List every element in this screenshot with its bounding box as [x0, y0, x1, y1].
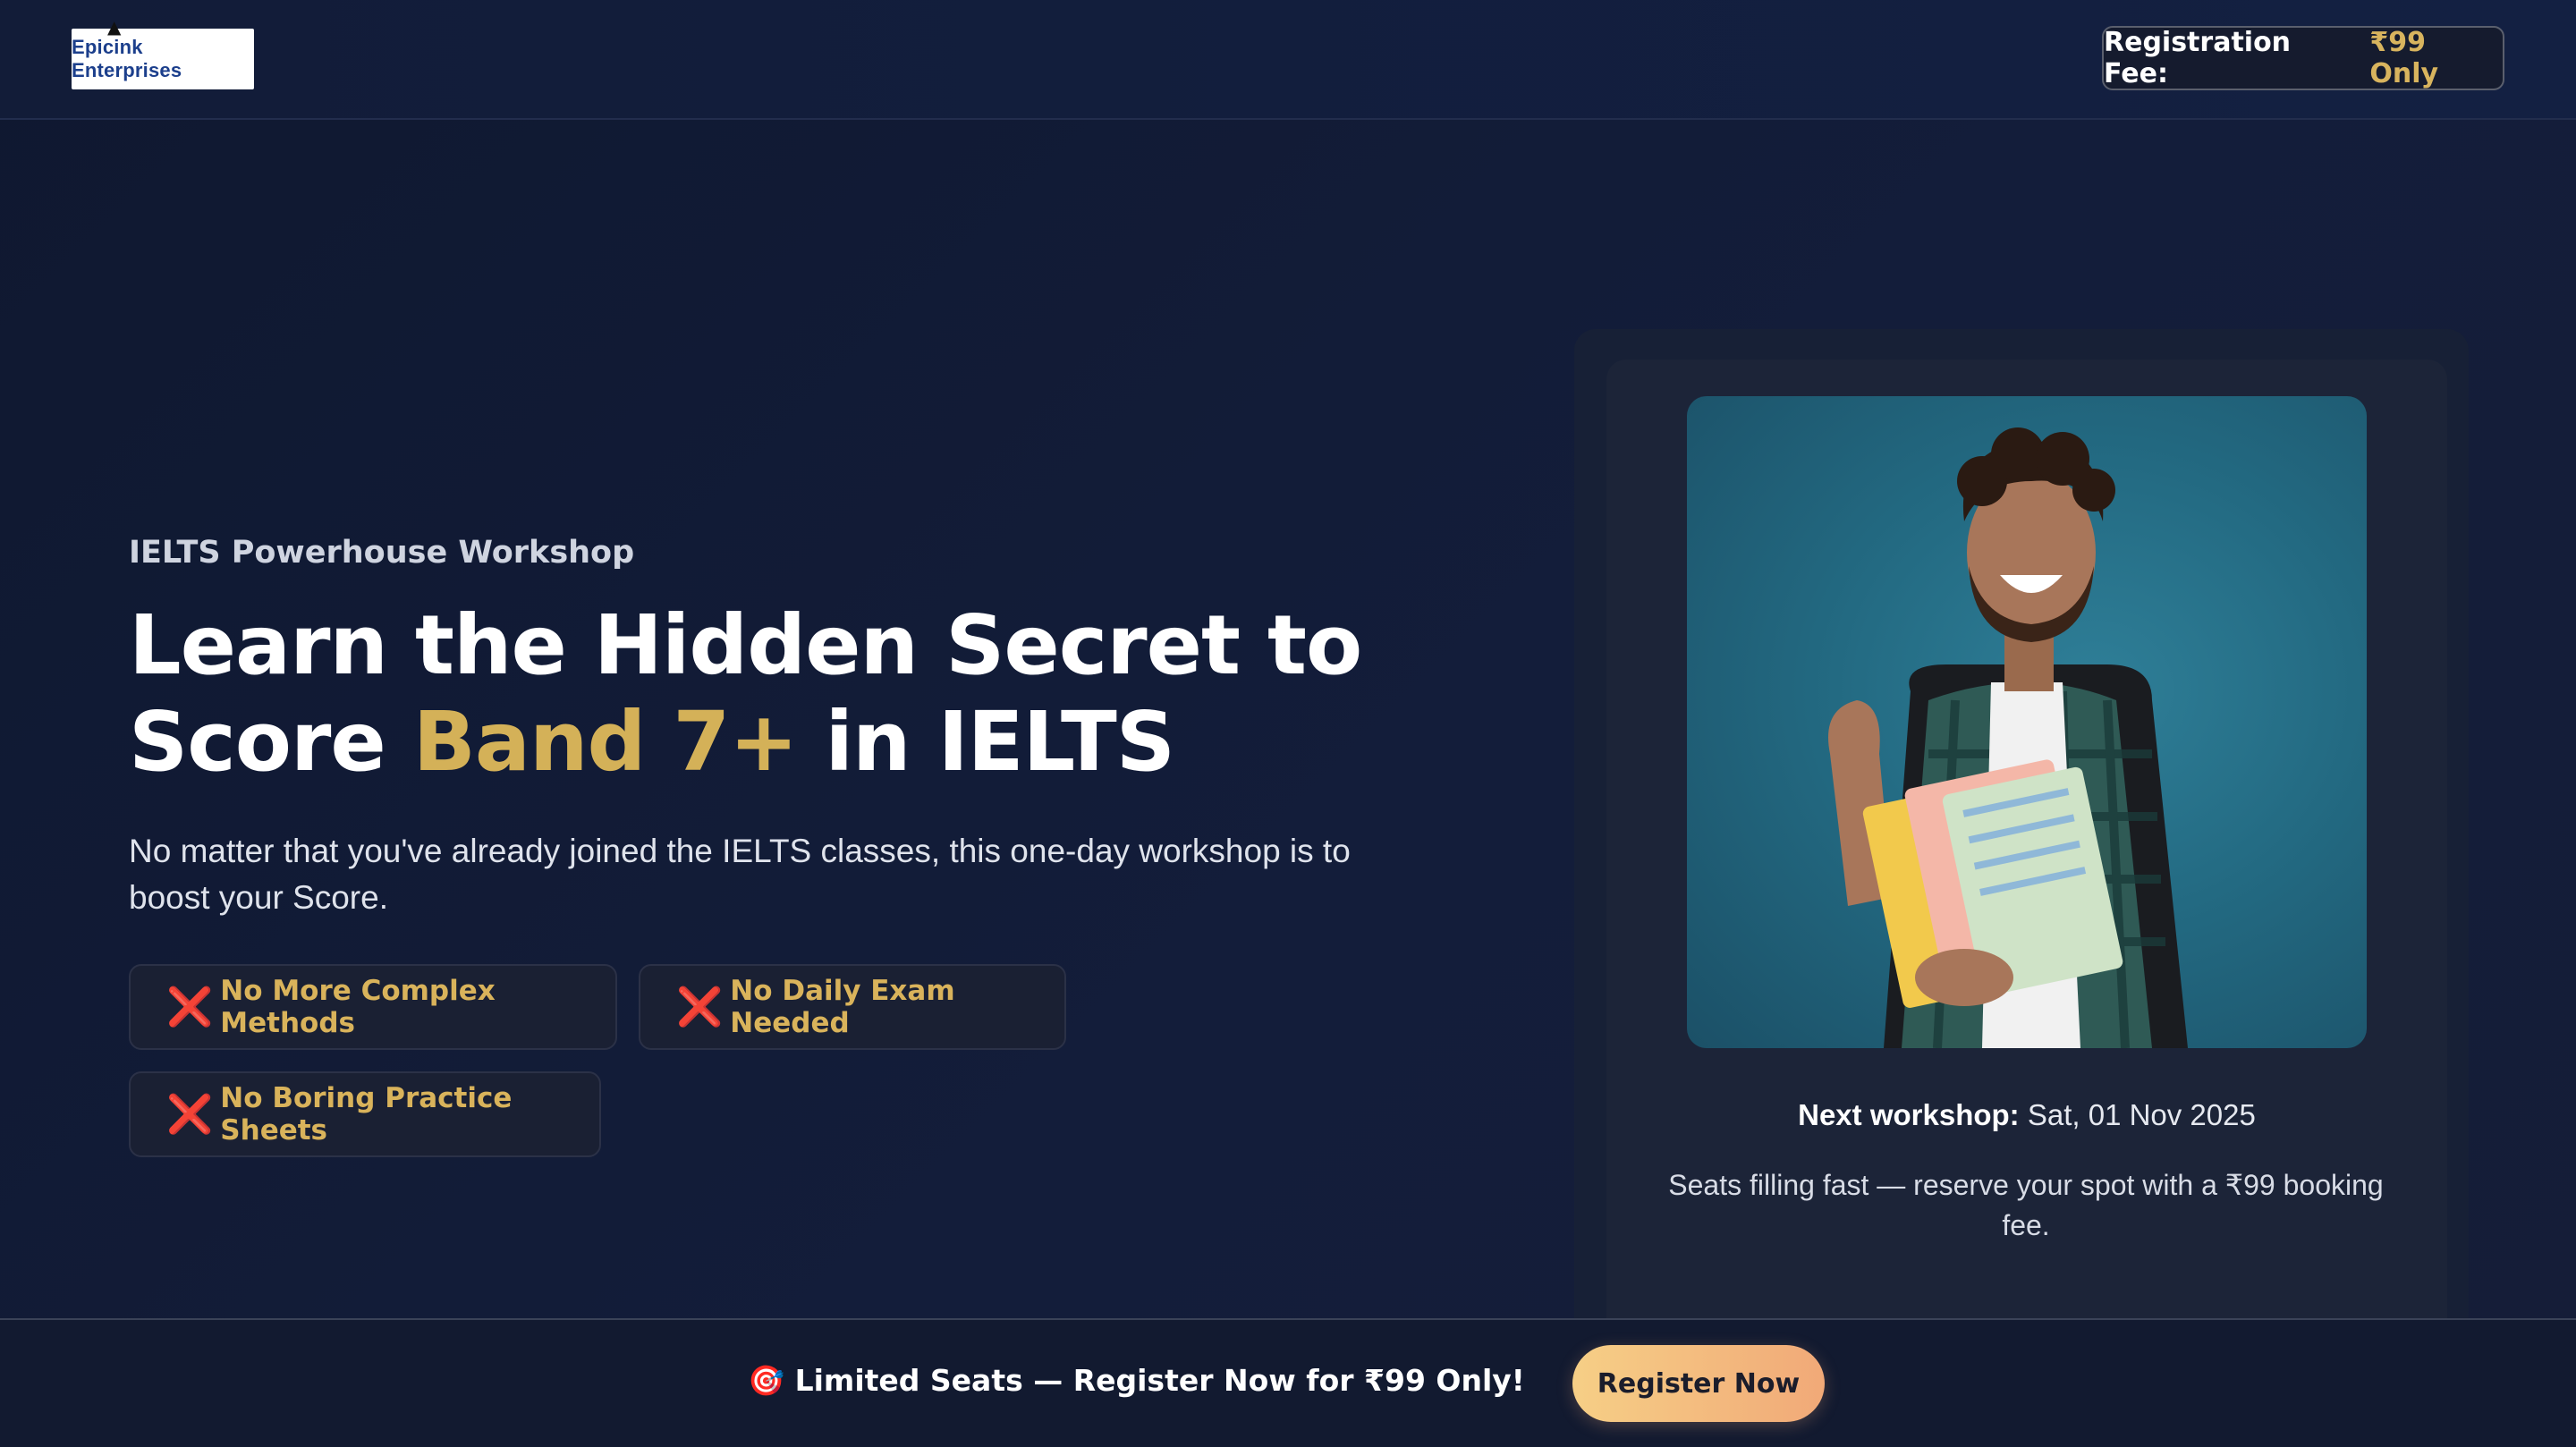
chip-label: No More Complex Methods — [220, 975, 496, 1039]
fee-value: ₹99 Only — [2369, 27, 2439, 89]
chip-label: No Daily Exam Needed — [730, 975, 955, 1039]
headline-highlight: Band 7+ — [412, 694, 799, 790]
cta-text: Limited Seats — Register Now for ₹99 Onl… — [794, 1363, 1525, 1398]
seats-note: Seats filling fast — reserve your spot w… — [1668, 1169, 2384, 1241]
headline-line-2: Score Band 7+ in IELTS — [129, 694, 1470, 791]
hero-headline: Learn the Hidden Secret to Score Band 7+… — [129, 597, 1470, 791]
top-header: ▲ Epicink Enterprises Registration Fee: … — [0, 0, 2576, 120]
cross-icon: ❌ — [166, 985, 214, 1028]
headline-line-1: Learn the Hidden Secret to — [129, 597, 1362, 693]
feature-chip: ❌ No More Complex Methods — [129, 964, 617, 1050]
cta-message: 🎯 Limited Seats — Register Now for ₹99 O… — [748, 1363, 1525, 1399]
target-icon: 🎯 — [748, 1363, 785, 1398]
student-photo — [1687, 396, 2367, 1048]
headline-suffix: in IELTS — [797, 694, 1176, 790]
chip-label: No Boring Practice Sheets — [220, 1082, 513, 1147]
logo-text: Epicink Enterprises — [72, 36, 182, 81]
feature-chip: ❌ No Boring Practice Sheets — [129, 1071, 601, 1157]
next-workshop-label: Next workshop: — [1798, 1098, 2020, 1131]
next-workshop-date: Next workshop: Sat, 01 Nov 2025 — [1606, 1098, 2447, 1132]
feature-chip: ❌ No Daily Exam Needed — [639, 964, 1066, 1050]
register-now-button[interactable]: Register Now — [1572, 1345, 1825, 1422]
hero-subtext: No matter that you've already joined the… — [129, 833, 1351, 916]
registration-fee-badge: Registration Fee: ₹99 Only — [2102, 26, 2504, 90]
student-illustration — [1828, 427, 2188, 1048]
next-workshop-value: Sat, 01 Nov 2025 — [2019, 1098, 2256, 1131]
brand-logo[interactable]: ▲ Epicink Enterprises — [72, 16, 254, 89]
fee-label: Registration Fee: — [2104, 27, 2292, 89]
cross-icon: ❌ — [676, 985, 724, 1028]
cross-icon: ❌ — [166, 1092, 214, 1136]
headline-prefix: Score — [129, 694, 413, 790]
logo-arrow-icon: ▲ — [107, 16, 122, 38]
workshop-eyebrow: IELTS Powerhouse Workshop — [129, 535, 635, 571]
